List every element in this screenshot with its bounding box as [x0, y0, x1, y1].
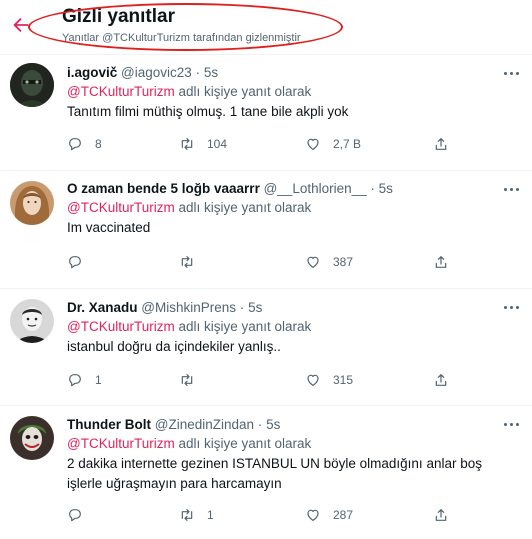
tweet[interactable]: i.agovič @iagovic23 · 5s @TCKulturTurizm…: [0, 54, 532, 171]
author-handle[interactable]: @ZinedinZindan: [155, 417, 254, 432]
like-button[interactable]: 2,7 B: [305, 135, 361, 153]
like-button[interactable]: 315: [305, 371, 353, 389]
avatar[interactable]: [10, 181, 54, 225]
reply-button[interactable]: [67, 253, 95, 271]
like-count: 315: [333, 373, 354, 387]
timestamp[interactable]: 5s: [204, 65, 218, 80]
tweet-text: Im vaccinated: [67, 220, 151, 235]
avatar[interactable]: [10, 299, 54, 343]
reply-icon: [69, 374, 81, 387]
reply-context-label: adlı kişiye yanıt olarak: [174, 319, 312, 334]
reply-button[interactable]: 1: [67, 371, 102, 389]
retweet-count: 104: [207, 137, 228, 151]
reply-icon: [69, 138, 81, 151]
retweet-icon: [181, 138, 193, 150]
heart-icon: [307, 256, 319, 268]
heart-icon: [307, 138, 319, 150]
more-options-icon[interactable]: [504, 187, 520, 193]
reply-icon: [69, 256, 81, 269]
tweet-actions: 387: [67, 253, 467, 271]
retweet-button[interactable]: 104: [179, 135, 227, 153]
mention-link[interactable]: @TCKulturTurizm: [67, 436, 175, 451]
reply-context-label: adlı kişiye yanıt olarak: [174, 84, 312, 99]
reply-context-label: adlı kişiye yanıt olarak: [174, 436, 312, 451]
reply-count: 8: [95, 137, 102, 151]
separator-dot: ·: [239, 300, 245, 315]
retweet-button[interactable]: 1: [179, 506, 214, 524]
author-name[interactable]: O zaman bende 5 loğb vaaarrr: [67, 181, 260, 196]
author-name[interactable]: Thunder Bolt: [67, 417, 151, 432]
tweet-text: 2 dakika internette gezinen ISTANBUL UN …: [67, 456, 482, 491]
separator-dot: ·: [195, 65, 201, 80]
avatar[interactable]: [10, 416, 54, 460]
timestamp[interactable]: 5s: [266, 417, 280, 432]
reply-context-label: adlı kişiye yanıt olarak: [174, 200, 312, 215]
tweet-actions: 8 104 2,7 B: [67, 135, 467, 153]
more-options-icon[interactable]: [504, 71, 520, 77]
retweet-icon: [181, 256, 193, 268]
reply-count: 1: [95, 373, 102, 387]
retweet-button[interactable]: [179, 371, 207, 389]
avatar[interactable]: [10, 63, 54, 107]
reply-button[interactable]: 8: [67, 135, 102, 153]
author-handle[interactable]: @__Lothlorien__: [264, 181, 367, 196]
like-count: 2,7 B: [333, 137, 362, 151]
share-button[interactable]: [433, 371, 449, 389]
author-handle[interactable]: @iagovic23: [121, 65, 192, 80]
tweet-text: istanbul doğru da içindekiler yanlış..: [67, 339, 281, 354]
retweet-icon: [181, 509, 193, 521]
tweet[interactable]: Thunder Bolt @ZinedinZindan · 5s @TCKult…: [0, 406, 532, 536]
author-name[interactable]: i.agovič: [67, 65, 117, 80]
more-options-icon[interactable]: [504, 305, 520, 311]
hidden-replies-feed: i.agovič @iagovic23 · 5s @TCKulturTurizm…: [0, 54, 532, 536]
like-count: 287: [333, 508, 354, 522]
tweet[interactable]: O zaman bende 5 loğb vaaarrr @__Lothlori…: [0, 171, 532, 289]
page-subtitle: Yanıtlar @TCKulturTurizm tarafından gizl…: [62, 32, 301, 44]
retweet-button[interactable]: [179, 253, 207, 271]
author-handle[interactable]: @MishkinPrens: [141, 300, 236, 315]
share-button[interactable]: [433, 253, 449, 271]
timestamp[interactable]: 5s: [248, 300, 262, 315]
mention-link[interactable]: @TCKulturTurizm: [67, 84, 175, 99]
separator-dot: ·: [257, 417, 263, 432]
reply-context: @TCKulturTurizm adlı kişiye yanıt olarak: [67, 434, 492, 454]
share-button[interactable]: [433, 135, 449, 153]
tweet-text: Tanıtım filmi müthiş olmuş. 1 tane bile …: [67, 104, 349, 119]
share-button[interactable]: [433, 506, 449, 524]
more-options-icon[interactable]: [504, 422, 520, 428]
like-count: 387: [333, 255, 354, 269]
reply-context: @TCKulturTurizm adlı kişiye yanıt olarak: [67, 317, 492, 337]
retweet-count: 1: [207, 508, 214, 522]
separator-dot: ·: [370, 181, 375, 196]
like-button[interactable]: 287: [305, 506, 353, 524]
share-icon: [435, 138, 447, 150]
share-icon: [435, 374, 447, 386]
like-button[interactable]: 387: [305, 253, 353, 271]
mention-link[interactable]: @TCKulturTurizm: [67, 319, 175, 334]
reply-context: @TCKulturTurizm adlı kişiye yanıt olarak: [67, 198, 492, 218]
tweet-actions: 1 315: [67, 371, 467, 389]
heart-icon: [307, 374, 319, 386]
page-header: Gizli yanıtlar Yanıtlar @TCKulturTurizm …: [0, 0, 532, 51]
reply-context: @TCKulturTurizm adlı kişiye yanıt olarak: [67, 82, 492, 102]
reply-icon: [69, 509, 81, 522]
share-icon: [435, 256, 447, 268]
retweet-icon: [181, 374, 193, 386]
tweet-actions: 1 287: [67, 506, 467, 524]
timestamp[interactable]: 5s: [379, 181, 393, 196]
heart-icon: [307, 509, 319, 521]
author-name[interactable]: Dr. Xanadu: [67, 300, 138, 315]
tweet[interactable]: Dr. Xanadu @MishkinPrens · 5s @TCKulturT…: [0, 289, 532, 406]
reply-button[interactable]: [67, 506, 95, 524]
share-icon: [435, 509, 447, 521]
mention-link[interactable]: @TCKulturTurizm: [67, 200, 175, 215]
page-title: Gizli yanıtlar: [62, 6, 175, 27]
back-arrow-icon[interactable]: [10, 14, 32, 36]
